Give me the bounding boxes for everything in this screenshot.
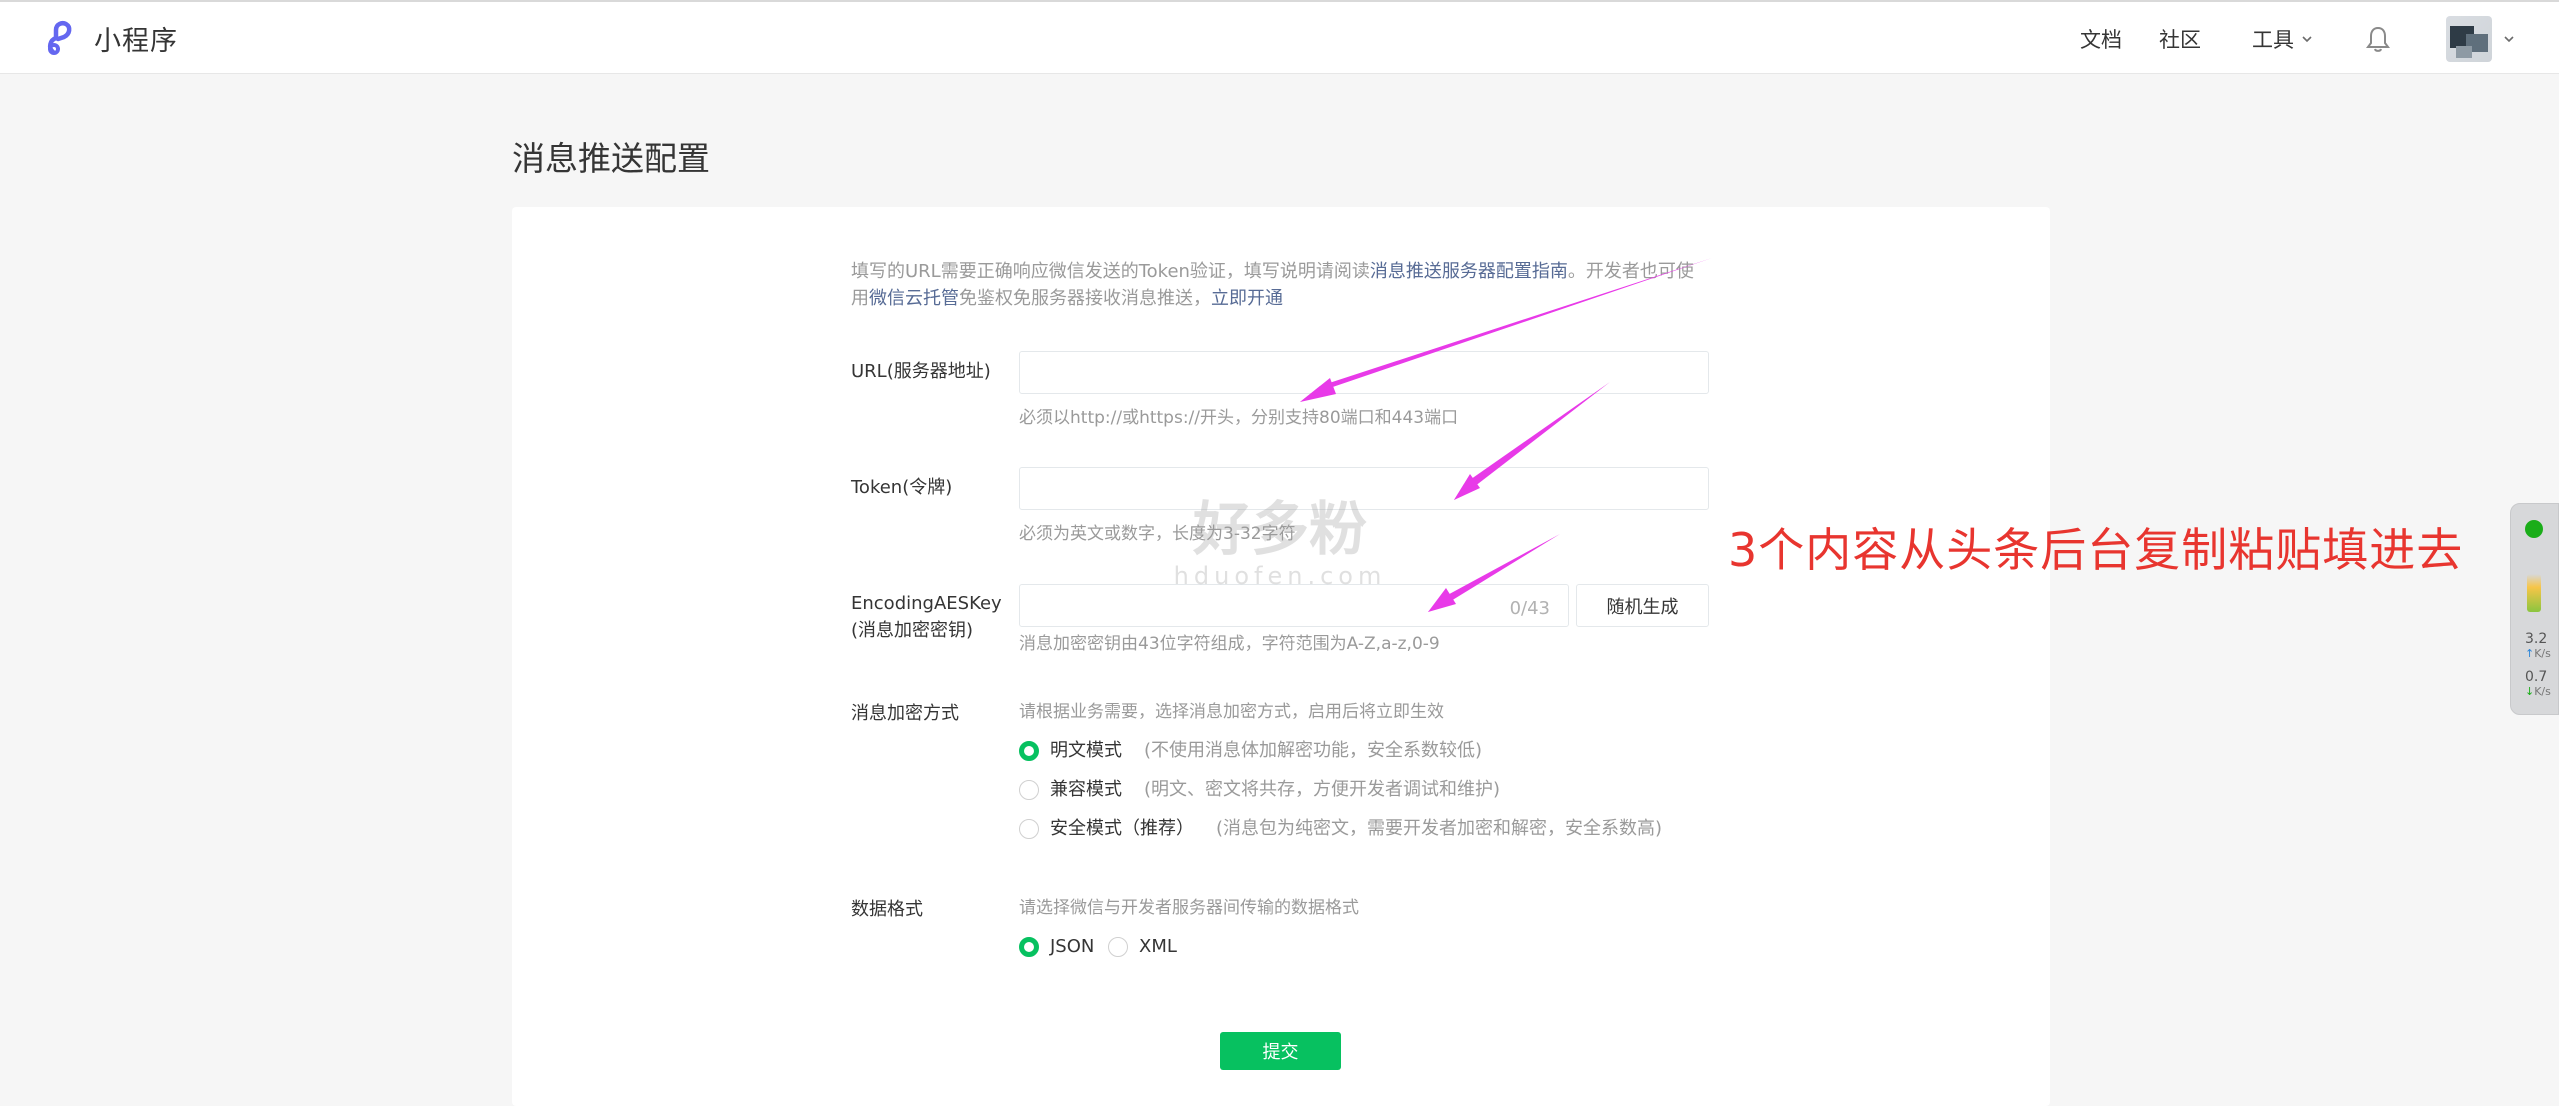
- network-speed-widget[interactable]: 3.2 ↑K/s 0.7 ↓K/s: [2510, 503, 2559, 715]
- radio-button[interactable]: [1019, 819, 1039, 839]
- token-input[interactable]: [1019, 467, 1709, 510]
- nav-docs-label[interactable]: 文档: [2080, 24, 2122, 54]
- nav-tools-dropdown[interactable]: 工具: [2252, 2, 2314, 76]
- brand-name: 小程序: [94, 25, 178, 57]
- radio-button[interactable]: [1019, 780, 1039, 800]
- radio-compatible[interactable]: 兼容模式 (明文、密文将共存，方便开发者调试和维护): [1019, 778, 1500, 802]
- enable-now-link[interactable]: 立即开通: [1211, 288, 1283, 309]
- download-unit: ↓K/s: [2525, 685, 2551, 698]
- radio-plaintext-desc: (不使用消息体加解密功能，安全系数较低): [1144, 740, 1483, 761]
- chevron-down-icon: [2302, 36, 2312, 43]
- top-bar: 小程序 文档 社区 工具: [0, 0, 2559, 74]
- radio-compatible-desc: (明文、密文将共存，方便开发者调试和维护): [1144, 779, 1501, 800]
- brand[interactable]: 小程序: [44, 18, 178, 58]
- nav-docs[interactable]: 文档: [2080, 2, 2122, 76]
- radio-button-checked[interactable]: [1019, 937, 1039, 957]
- url-input[interactable]: [1019, 351, 1709, 394]
- radio-compatible-label: 兼容模式: [1050, 779, 1122, 800]
- radio-secure[interactable]: 安全模式（推荐） (消息包为纯密文，需要开发者加密和解密，安全系数高): [1019, 817, 1662, 841]
- status-dot-icon: [2525, 520, 2543, 538]
- aeskey-label: EncodingAESKey (消息加密密钥): [851, 590, 1002, 644]
- user-menu[interactable]: [2446, 16, 2516, 62]
- level-bar-icon: [2527, 574, 2541, 612]
- guide-link[interactable]: 消息推送服务器配置指南: [1370, 261, 1568, 282]
- upload-speed: 3.2: [2525, 631, 2548, 647]
- radio-json[interactable]: JSON: [1019, 935, 1094, 959]
- radio-json-label: JSON: [1050, 936, 1095, 957]
- token-label: Token(令牌): [851, 477, 953, 498]
- radio-plaintext-label: 明文模式: [1050, 740, 1122, 761]
- download-speed: 0.7: [2525, 669, 2548, 685]
- intro-text-3: 免鉴权免服务器接收消息推送，: [959, 288, 1211, 309]
- radio-secure-desc: (消息包为纯密文，需要开发者加密和解密，安全系数高): [1216, 818, 1663, 839]
- avatar[interactable]: [2446, 16, 2492, 62]
- mini-program-logo-icon: [47, 21, 72, 55]
- nav-community-label[interactable]: 社区: [2159, 24, 2201, 54]
- page-title: 消息推送配置: [512, 139, 710, 178]
- nav-community[interactable]: 社区: [2159, 2, 2201, 76]
- aeskey-input[interactable]: [1019, 584, 1569, 627]
- format-hint: 请选择微信与开发者服务器间传输的数据格式: [1019, 898, 1359, 918]
- radio-xml[interactable]: XML: [1108, 935, 1177, 959]
- upload-unit: ↑K/s: [2525, 647, 2551, 660]
- config-card: [512, 207, 2050, 1106]
- annotation-text: 3个内容从头条后台复制粘贴填进去: [1728, 523, 2464, 577]
- radio-button-checked[interactable]: [1019, 741, 1039, 761]
- aeskey-label-line1: EncodingAESKey: [851, 593, 1002, 614]
- intro-text-1: 填写的URL需要正确响应微信发送的Token验证，填写说明请阅读: [851, 261, 1370, 282]
- url-label: URL(服务器地址): [851, 361, 991, 382]
- chevron-down-icon: [2504, 36, 2514, 43]
- nav-tools-label[interactable]: 工具: [2252, 24, 2294, 54]
- encrypt-label: 消息加密方式: [851, 703, 959, 724]
- aeskey-label-line2: (消息加密密钥): [851, 620, 974, 641]
- aeskey-counter: 0/43: [1509, 598, 1550, 619]
- radio-button[interactable]: [1108, 937, 1128, 957]
- intro-text: 填写的URL需要正确响应微信发送的Token验证，填写说明请阅读消息推送服务器配…: [851, 258, 1711, 312]
- radio-plaintext[interactable]: 明文模式 (不使用消息体加解密功能，安全系数较低): [1019, 739, 1482, 763]
- submit-button[interactable]: 提交: [1220, 1032, 1341, 1070]
- cloud-hosting-link[interactable]: 微信云托管: [869, 288, 959, 309]
- url-hint: 必须以http://或https://开头，分别支持80端口和443端口: [1019, 408, 1459, 428]
- radio-secure-label: 安全模式（推荐）: [1050, 818, 1194, 839]
- encrypt-hint: 请根据业务需要，选择消息加密方式，启用后将立即生效: [1019, 702, 1444, 722]
- format-label: 数据格式: [851, 899, 923, 920]
- generate-key-button[interactable]: 随机生成: [1576, 584, 1709, 627]
- aeskey-hint: 消息加密密钥由43位字符组成，字符范围为A-Z,a-z,0-9: [1019, 634, 1440, 654]
- bell-icon[interactable]: [2364, 24, 2392, 54]
- token-hint: 必须为英文或数字，长度为3-32字符: [1019, 524, 1296, 544]
- radio-xml-label: XML: [1139, 936, 1177, 957]
